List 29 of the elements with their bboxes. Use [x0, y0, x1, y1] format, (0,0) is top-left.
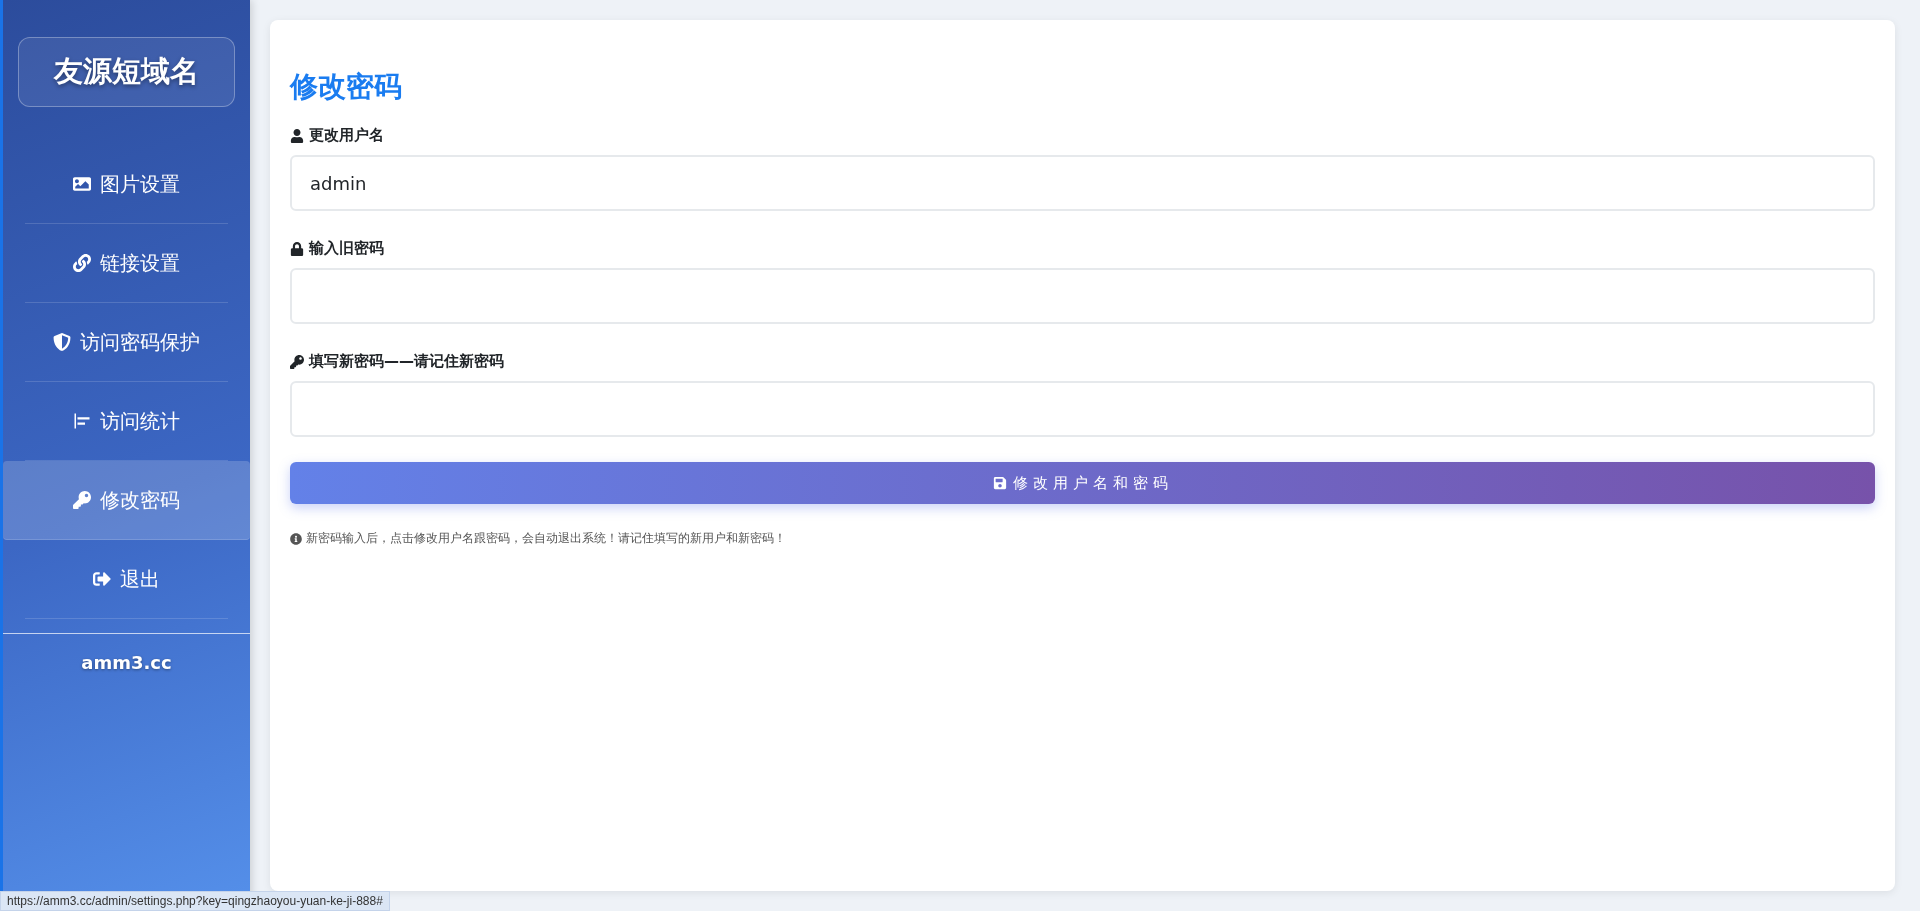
note-text: 新密码输入后，点击修改用户名跟密码，会自动退出系统！请记住填写的新用户和新密码！ [306, 530, 786, 547]
input-field[interactable]: admin [290, 155, 1875, 211]
submit-button[interactable]: 修改用户名和密码 [290, 462, 1875, 504]
sidebar-item[interactable]: 图片设置 [25, 145, 228, 224]
input-field[interactable] [290, 381, 1875, 437]
sidebar-item[interactable]: 访问密码保护 [25, 303, 228, 382]
sidebar-item[interactable]: 修改密码 [3, 461, 250, 540]
chart-icon [73, 412, 91, 430]
user-icon [290, 128, 304, 143]
input-field[interactable] [290, 268, 1875, 324]
lock-icon [290, 241, 304, 256]
site-name: amm3.cc [81, 652, 172, 673]
save-icon [992, 476, 1007, 490]
page-title: 修改密码 [290, 69, 403, 105]
label-text: 填写新密码——请记住新密码 [309, 352, 504, 371]
label-text: 输入旧密码 [309, 239, 384, 258]
key-icon [73, 491, 91, 509]
sidebar-item[interactable]: 链接设置 [25, 224, 228, 303]
shield-icon [53, 333, 71, 351]
key-icon [290, 354, 304, 369]
sidebar-item[interactable]: 访问统计 [25, 382, 228, 461]
logo: 友源短域名 [18, 37, 235, 107]
image-icon [73, 175, 91, 193]
link-icon [73, 254, 91, 272]
label-text: 更改用户名 [309, 126, 384, 145]
info-icon [290, 532, 302, 545]
sidebar-item[interactable]: 退出 [25, 540, 228, 619]
logout-icon [93, 570, 111, 588]
status-url: https://amm3.cc/admin/settings.php?key=qingzhaoyou-yuan-ke-ji-888# [0, 891, 390, 911]
